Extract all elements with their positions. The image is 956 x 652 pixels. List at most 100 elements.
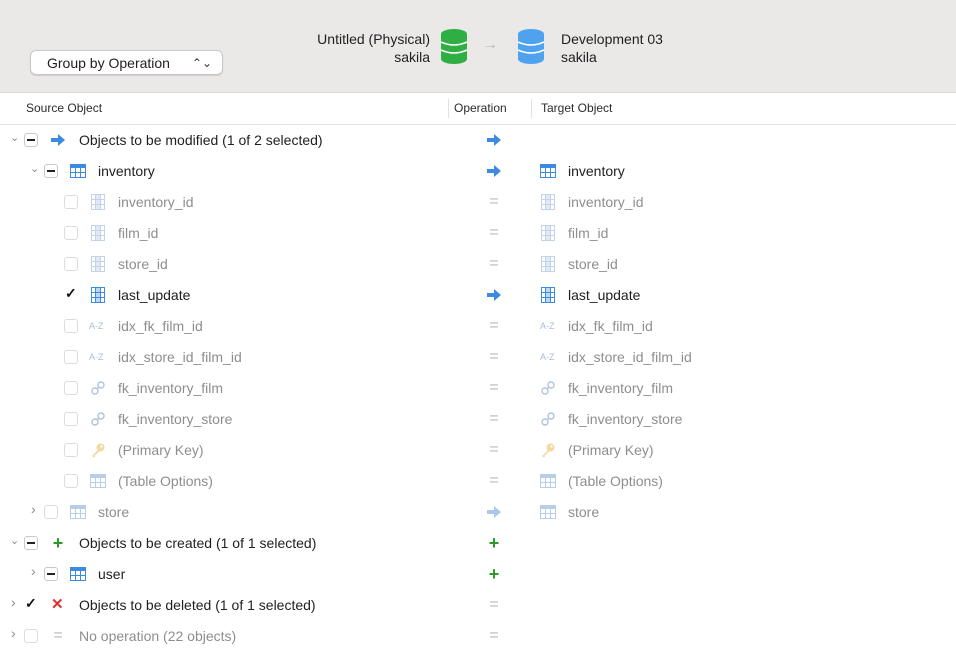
create-operation-icon: + xyxy=(488,533,500,553)
index-row-idx-store-id-film-id[interactable]: A-Z idx_store_id_film_id = A-Z idx_store… xyxy=(0,342,956,373)
disclosure-closed-icon[interactable]: › xyxy=(11,626,21,640)
group-row-created[interactable]: ⌄ + Objects to be created (1 of 1 select… xyxy=(0,528,956,559)
index-icon: A-Z xyxy=(89,321,104,331)
disclosure-closed-icon[interactable]: › xyxy=(31,502,41,516)
disclosure-open-icon[interactable]: ⌄ xyxy=(30,164,40,175)
column-icon xyxy=(90,256,106,272)
source-object-label: idx_store_id_film_id xyxy=(118,349,242,365)
source-object-label: store xyxy=(98,504,130,520)
no-change-icon: = xyxy=(489,379,499,396)
column-divider[interactable] xyxy=(531,99,532,118)
column-row-inventory-id[interactable]: inventory_id = inventory_id xyxy=(0,187,956,218)
source-object-label: user xyxy=(98,566,126,582)
source-object-label: idx_fk_film_id xyxy=(118,318,203,334)
table-row-user[interactable]: › user + xyxy=(0,559,956,590)
table-options-row[interactable]: (Table Options) = (Table Options) xyxy=(0,466,956,497)
item-checkbox[interactable] xyxy=(64,350,78,364)
group-label-noop: No operation (22 objects) xyxy=(79,628,237,644)
target-object-label: inventory xyxy=(568,163,625,179)
column-header-source[interactable]: Source Object xyxy=(26,101,102,115)
link-icon xyxy=(540,411,556,427)
arrow-right-icon xyxy=(50,132,66,148)
column-row-store-id[interactable]: store_id = store_id xyxy=(0,249,956,280)
column-header-target[interactable]: Target Object xyxy=(541,101,612,115)
source-object-label: last_update xyxy=(118,287,191,303)
target-object-label: inventory_id xyxy=(568,194,644,210)
no-change-icon: = xyxy=(489,193,499,210)
fk-row-inventory-store[interactable]: fk_inventory_store = fk_inventory_store xyxy=(0,404,956,435)
column-row-film-id[interactable]: film_id = film_id xyxy=(0,218,956,249)
index-row-idx-fk-film-id[interactable]: A-Z idx_fk_film_id = A-Z idx_fk_film_id xyxy=(0,311,956,342)
column-row-last-update[interactable]: last_update last_update xyxy=(0,280,956,311)
target-object-label: last_update xyxy=(568,287,641,303)
source-object-label: fk_inventory_store xyxy=(118,411,233,427)
item-checkbox[interactable] xyxy=(64,195,78,209)
no-change-icon: = xyxy=(489,317,499,334)
chevron-updown-icon: ⌃⌄ xyxy=(191,56,212,70)
group-checkbox-noop[interactable] xyxy=(24,629,38,643)
table-icon xyxy=(540,163,556,179)
no-change-icon: = xyxy=(489,472,499,489)
source-object-label: (Table Options) xyxy=(118,473,213,489)
modify-operation-icon xyxy=(486,504,502,520)
item-checkbox[interactable] xyxy=(64,443,78,457)
column-icon xyxy=(90,287,106,303)
target-object-label: film_id xyxy=(568,225,609,241)
disclosure-closed-icon[interactable]: › xyxy=(31,564,41,578)
disclosure-open-icon[interactable]: ⌄ xyxy=(10,536,20,547)
group-checkbox-modified[interactable] xyxy=(24,133,38,147)
column-icon xyxy=(90,194,106,210)
item-checkbox[interactable] xyxy=(64,257,78,271)
group-label-modified: Objects to be modified (1 of 2 selected) xyxy=(79,132,323,148)
source-object-label: fk_inventory_film xyxy=(118,380,224,396)
disclosure-open-icon[interactable]: ⌄ xyxy=(10,133,20,144)
create-operation-icon: + xyxy=(488,564,500,584)
fk-row-inventory-film[interactable]: fk_inventory_film = fk_inventory_film xyxy=(0,373,956,404)
column-icon xyxy=(540,256,556,272)
column-icon xyxy=(540,225,556,241)
table-row-store[interactable]: › store store xyxy=(0,497,956,528)
target-object-label: (Table Options) xyxy=(568,473,663,489)
modify-operation-icon xyxy=(486,287,502,303)
group-row-noop[interactable]: › = No operation (22 objects) = xyxy=(0,621,956,652)
primary-key-row[interactable]: (Primary Key) = (Primary Key) xyxy=(0,435,956,466)
table-icon xyxy=(540,504,556,520)
table-row-inventory[interactable]: ⌄ inventory inventory xyxy=(0,156,956,187)
group-by-select-label: Group by Operation xyxy=(47,55,170,71)
index-icon: A-Z xyxy=(540,352,555,362)
group-row-modified[interactable]: ⌄ Objects to be modified (1 of 2 selecte… xyxy=(0,125,956,156)
modify-operation-icon xyxy=(486,132,502,148)
group-row-deleted[interactable]: › ✕ Objects to be deleted (1 of 1 select… xyxy=(0,590,956,621)
database-icon xyxy=(440,29,468,64)
target-connection: Development 03 sakila xyxy=(561,30,663,66)
column-header-operation[interactable]: Operation xyxy=(454,101,507,115)
column-divider[interactable] xyxy=(448,99,449,118)
item-checkbox[interactable] xyxy=(44,164,58,178)
source-object-label: store_id xyxy=(118,256,168,272)
group-label-created: Objects to be created (1 of 1 selected) xyxy=(79,535,317,551)
target-object-label: idx_fk_film_id xyxy=(568,318,653,334)
group-checkbox-deleted[interactable] xyxy=(24,595,38,612)
item-checkbox[interactable] xyxy=(64,319,78,333)
group-label-deleted: Objects to be deleted (1 of 1 selected) xyxy=(79,597,316,613)
target-object-label: fk_inventory_film xyxy=(568,380,674,396)
target-object-label: store xyxy=(568,504,600,520)
item-checkbox[interactable] xyxy=(64,226,78,240)
item-checkbox[interactable] xyxy=(44,505,58,519)
plus-icon: + xyxy=(52,533,64,553)
table-icon xyxy=(70,504,86,520)
source-connection: Untitled (Physical) sakila xyxy=(317,30,430,66)
disclosure-closed-icon[interactable]: › xyxy=(11,595,21,609)
source-object-label: (Primary Key) xyxy=(118,442,204,458)
item-checkbox[interactable] xyxy=(44,567,58,581)
source-object-label: inventory_id xyxy=(118,194,194,210)
link-icon xyxy=(540,380,556,396)
item-checkbox[interactable] xyxy=(64,285,78,302)
table-icon xyxy=(540,473,556,489)
item-checkbox[interactable] xyxy=(64,412,78,426)
group-by-select[interactable]: Group by Operation ⌃⌄ xyxy=(30,50,223,75)
group-checkbox-created[interactable] xyxy=(24,536,38,550)
item-checkbox[interactable] xyxy=(64,381,78,395)
item-checkbox[interactable] xyxy=(64,474,78,488)
modify-operation-icon xyxy=(486,163,502,179)
